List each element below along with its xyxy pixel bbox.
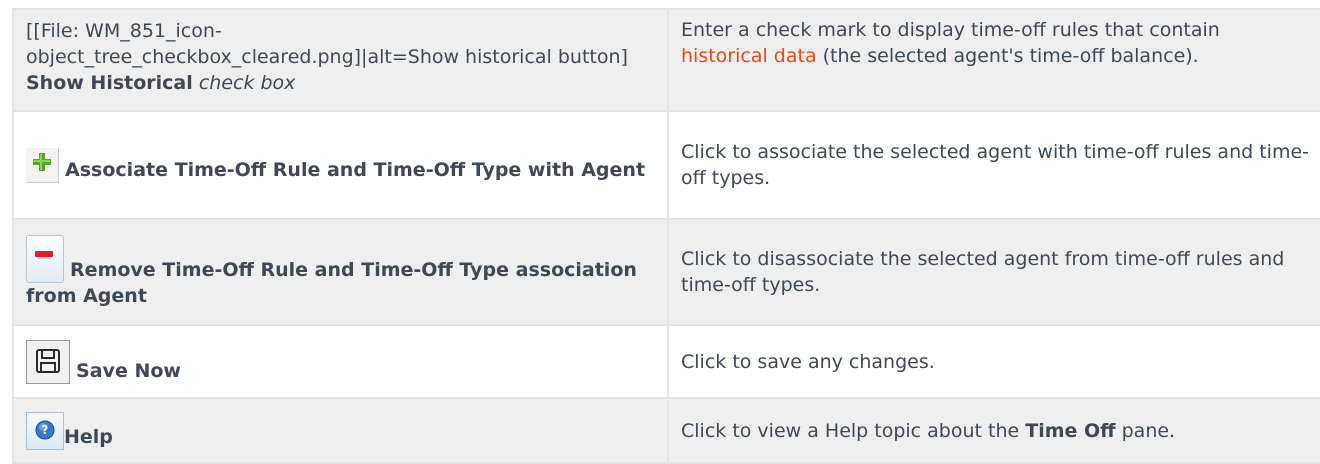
toolbar-reference-table: [[File: WM_851_icon-object_tree_checkbox… xyxy=(12,8,1320,464)
table-row: Remove Time-Off Rule and Time-Off Type a… xyxy=(12,218,1320,326)
term-cell: Save Now xyxy=(12,324,669,399)
pane-name: Time Off xyxy=(1025,419,1116,442)
term-label: Save Now xyxy=(76,359,181,382)
description-text: Enter a check mark to display time-off r… xyxy=(681,19,1220,41)
description-text: Click to associate the selected agent wi… xyxy=(681,141,1309,189)
save-icon xyxy=(26,339,70,384)
term-cell: Remove Time-Off Rule and Time-Off Type a… xyxy=(12,218,669,326)
plus-icon xyxy=(26,147,59,183)
description-cell: Enter a check mark to display time-off r… xyxy=(667,8,1320,112)
description-text: Click to view a Help topic about the xyxy=(681,419,1020,442)
help-icon: ? xyxy=(26,411,64,450)
table-row: Save Now Click to save any changes. xyxy=(12,324,1320,399)
description-text: (the selected agent's time-off balance). xyxy=(822,45,1199,67)
svg-text:?: ? xyxy=(42,423,49,437)
term-label: Show Historical xyxy=(26,72,193,94)
table-row: ? Help Click to view a Help topic about … xyxy=(12,397,1320,464)
description-cell: Click to save any changes. xyxy=(667,324,1320,399)
term-label: Help xyxy=(64,425,113,448)
table-row: [[File: WM_851_icon-object_tree_checkbox… xyxy=(12,8,1320,112)
description-text: Click to disassociate the selected agent… xyxy=(681,248,1285,296)
description-cell: Click to view a Help topic about the Tim… xyxy=(667,397,1320,464)
term-suffix: check box xyxy=(198,72,296,94)
term-label: Remove Time-Off Rule and Time-Off Type a… xyxy=(26,259,637,307)
description-cell: Click to disassociate the selected agent… xyxy=(667,218,1320,326)
broken-image-markup: [[File: WM_851_icon-object_tree_checkbox… xyxy=(26,20,628,68)
description-cell: Click to associate the selected agent wi… xyxy=(667,110,1320,220)
term-cell: [[File: WM_851_icon-object_tree_checkbox… xyxy=(12,8,669,112)
term-cell: ? Help xyxy=(12,397,669,464)
term-label: Associate Time-Off Rule and Time-Off Typ… xyxy=(65,158,646,181)
term-cell: Associate Time-Off Rule and Time-Off Typ… xyxy=(12,110,669,220)
table-row: Associate Time-Off Rule and Time-Off Typ… xyxy=(12,110,1320,220)
historical-data-link[interactable]: historical data xyxy=(681,45,817,67)
description-text: pane. xyxy=(1121,419,1176,442)
description-text: Click to save any changes. xyxy=(681,350,935,373)
minus-icon xyxy=(26,235,64,283)
